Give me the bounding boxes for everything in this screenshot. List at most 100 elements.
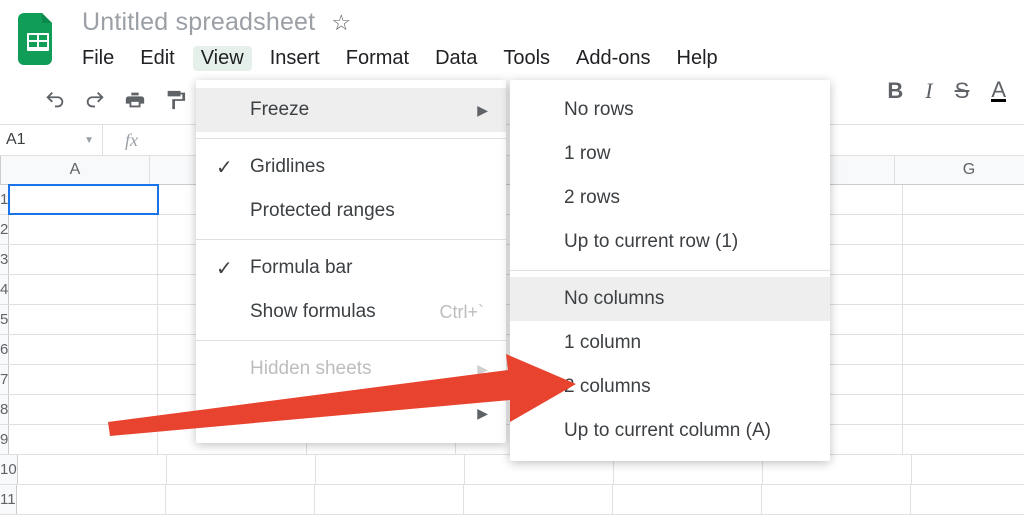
freeze-2-rows[interactable]: 2 rows	[510, 176, 830, 220]
row-header[interactable]: 11	[0, 485, 17, 514]
menu-divider	[510, 270, 830, 271]
row-header[interactable]: 9	[0, 425, 9, 454]
sheets-logo	[18, 13, 58, 65]
menu-addons[interactable]: Add-ons	[576, 47, 651, 70]
chevron-down-icon: ▼	[84, 135, 94, 146]
keyboard-shortcut: Ctrl+`	[440, 302, 485, 323]
menu-view[interactable]: View	[193, 46, 252, 71]
row-header[interactable]: 1	[0, 185, 9, 214]
freeze-1-row[interactable]: 1 row	[510, 132, 830, 176]
star-icon[interactable]: ☆	[331, 10, 351, 36]
row-header[interactable]: 5	[0, 305, 9, 334]
cell[interactable]	[903, 185, 1024, 214]
cell[interactable]	[613, 485, 762, 514]
menu-item-zoom[interactable]: Zoom ▶	[196, 391, 506, 435]
menu-item-label: Hidden sheets	[250, 358, 371, 380]
cell[interactable]	[911, 485, 1024, 514]
cell[interactable]	[903, 335, 1024, 364]
freeze-no-columns[interactable]: No columns	[510, 277, 830, 321]
row-header[interactable]: 4	[0, 275, 9, 304]
paint-format-icon[interactable]	[162, 87, 188, 113]
freeze-no-rows[interactable]: No rows	[510, 88, 830, 132]
cell[interactable]	[167, 455, 316, 484]
print-icon[interactable]	[122, 87, 148, 113]
cell[interactable]	[903, 245, 1024, 274]
strike-button[interactable]: S	[955, 78, 970, 104]
menu-item-hidden-sheets: Hidden sheets ▶	[196, 347, 506, 391]
italic-button[interactable]: I	[925, 78, 932, 104]
menu-item-gridlines[interactable]: ✓ Gridlines	[196, 145, 506, 189]
cell[interactable]	[9, 395, 158, 424]
cell[interactable]	[903, 365, 1024, 394]
menu-data[interactable]: Data	[435, 47, 477, 70]
cell[interactable]	[762, 485, 911, 514]
menu-item-label: 1 column	[564, 332, 641, 354]
cell[interactable]	[17, 485, 166, 514]
menu-item-label: Up to current row (1)	[564, 231, 738, 253]
bold-button[interactable]: B	[887, 78, 903, 104]
column-header[interactable]: A	[1, 156, 150, 184]
freeze-up-to-column[interactable]: Up to current column (A)	[510, 409, 830, 453]
menu-item-label: 1 row	[564, 143, 610, 165]
cell[interactable]	[9, 305, 158, 334]
cell[interactable]	[912, 455, 1024, 484]
cell[interactable]	[9, 425, 158, 454]
menu-item-label: Gridlines	[250, 156, 325, 178]
redo-icon[interactable]	[82, 87, 108, 113]
cell[interactable]	[903, 215, 1024, 244]
name-box[interactable]: A1 ▼	[0, 125, 103, 155]
cell[interactable]	[316, 455, 465, 484]
freeze-submenu: No rows 1 row 2 rows Up to current row (…	[510, 80, 830, 461]
cell[interactable]	[903, 425, 1024, 454]
cell[interactable]	[9, 245, 158, 274]
row-header[interactable]: 7	[0, 365, 9, 394]
menu-tools[interactable]: Tools	[503, 47, 550, 70]
menu-item-show-formulas[interactable]: Show formulas Ctrl+`	[196, 290, 506, 334]
menu-item-label: Show formulas	[250, 301, 376, 323]
menu-item-label: 2 columns	[564, 376, 651, 398]
row-header[interactable]: 10	[0, 455, 18, 484]
cell[interactable]	[464, 485, 613, 514]
cell[interactable]	[903, 395, 1024, 424]
grid-row: 11	[0, 485, 1024, 515]
submenu-arrow-icon: ▶	[477, 361, 488, 378]
cell[interactable]	[166, 485, 315, 514]
row-header[interactable]: 2	[0, 215, 9, 244]
cell[interactable]	[9, 215, 158, 244]
freeze-2-columns[interactable]: 2 columns	[510, 365, 830, 409]
fx-label: fx	[103, 130, 138, 151]
menu-item-label: 2 rows	[564, 187, 620, 209]
freeze-1-column[interactable]: 1 column	[510, 321, 830, 365]
cell[interactable]	[9, 335, 158, 364]
column-header[interactable]: G	[895, 156, 1024, 184]
menubar: File Edit View Insert Format Data Tools …	[82, 47, 718, 70]
freeze-up-to-row[interactable]: Up to current row (1)	[510, 220, 830, 264]
row-header[interactable]: 6	[0, 335, 9, 364]
undo-icon[interactable]	[42, 87, 68, 113]
submenu-arrow-icon: ▶	[477, 102, 488, 119]
menu-edit[interactable]: Edit	[140, 47, 174, 70]
menu-format[interactable]: Format	[346, 47, 409, 70]
menu-item-label: Up to current column (A)	[564, 420, 771, 442]
menu-insert[interactable]: Insert	[270, 47, 320, 70]
cell[interactable]	[9, 365, 158, 394]
cell[interactable]	[903, 305, 1024, 334]
cell[interactable]	[9, 275, 158, 304]
cell[interactable]	[18, 455, 167, 484]
row-header[interactable]: 3	[0, 245, 9, 274]
menu-help[interactable]: Help	[677, 47, 718, 70]
cell[interactable]	[903, 275, 1024, 304]
menu-item-protected-ranges[interactable]: Protected ranges	[196, 189, 506, 233]
cell[interactable]	[9, 185, 158, 214]
menu-item-freeze[interactable]: Freeze ▶	[196, 88, 506, 132]
menu-file[interactable]: File	[82, 47, 114, 70]
cell[interactable]	[315, 485, 464, 514]
menu-item-formula-bar[interactable]: ✓ Formula bar	[196, 246, 506, 290]
menu-item-label: Zoom	[250, 402, 299, 424]
menu-divider	[196, 138, 506, 139]
menu-item-label: No rows	[564, 99, 634, 121]
row-header[interactable]: 8	[0, 395, 9, 424]
doc-title[interactable]: Untitled spreadsheet	[82, 8, 315, 37]
menu-item-label: No columns	[564, 288, 664, 310]
text-color-button[interactable]: A	[991, 81, 1006, 102]
